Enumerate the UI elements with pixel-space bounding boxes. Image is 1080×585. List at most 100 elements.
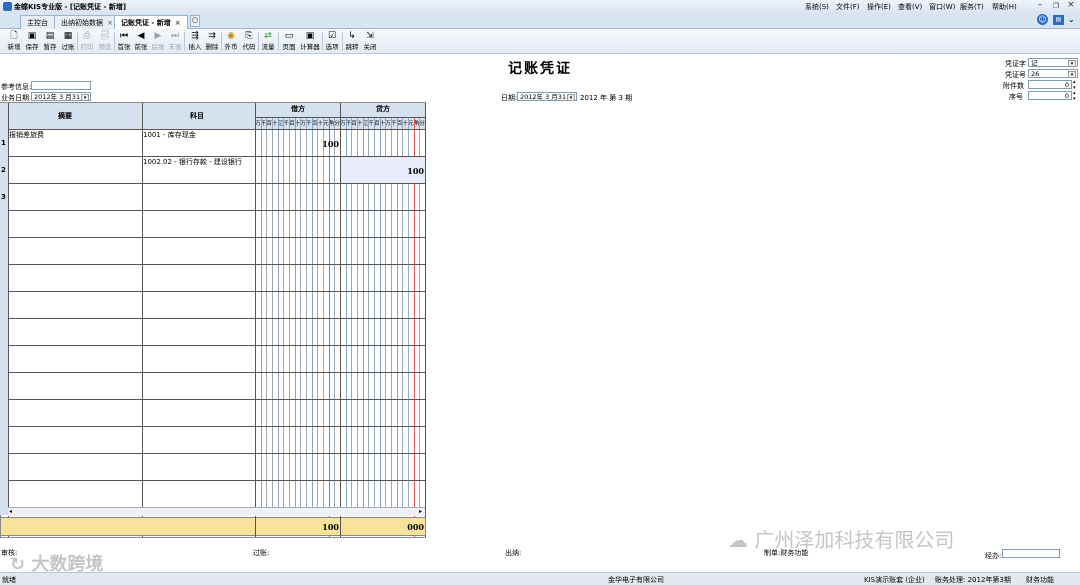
digit-column-line (317, 118, 318, 507)
voucher-word-select[interactable]: 记 ▾ (1028, 58, 1078, 67)
jump-button[interactable]: ↳ 跳转 (343, 31, 361, 53)
new-tab-icon[interactable]: ○ (190, 15, 200, 27)
tab-close-icon[interactable]: × (175, 19, 181, 27)
next-icon: ▶ (154, 31, 162, 41)
toolbar-separator (278, 32, 279, 51)
grid-line (8, 183, 425, 184)
toolbar-label: 后张 (151, 43, 165, 51)
toolbar-label: 过账 (61, 43, 75, 51)
voucher-number-input[interactable]: 26 ▾ (1028, 69, 1078, 78)
grid-line (8, 210, 425, 211)
close-icon[interactable]: × (1064, 0, 1078, 10)
tab-label: 出纳初始数据 (61, 19, 103, 27)
menu-service[interactable]: 服务(T) (960, 2, 984, 12)
tab-console[interactable]: 主控台 (20, 15, 55, 29)
menu-window[interactable]: 窗口(W) (929, 2, 955, 12)
digit-column-line (283, 118, 284, 507)
tab-label: 主控台 (27, 19, 48, 27)
post-label: 过账: (253, 549, 270, 557)
new-button[interactable]: 🗋 新增 (5, 31, 23, 53)
status-period: 账务处理: 2012年第3期 (935, 576, 1011, 584)
scroll-left-icon[interactable]: ◂ (9, 508, 12, 515)
delete-button[interactable]: ⇉ 删除 (203, 31, 221, 53)
code-button[interactable]: ⎘ 代码 (240, 31, 258, 53)
post-button[interactable]: ▦ 过账 (59, 31, 77, 53)
status-ready: 就绪 (2, 576, 16, 584)
minimize-icon[interactable]: – (1033, 0, 1047, 10)
first-icon: ⏮ (119, 31, 129, 41)
smiley-icon[interactable]: ☺ (1037, 14, 1048, 25)
preview-icon: 🗐 (100, 31, 110, 41)
scroll-right-icon[interactable]: ▸ (419, 508, 422, 515)
handler-label: 经办: (985, 552, 1002, 560)
toolbar-label: 预览 (98, 43, 112, 51)
save-button[interactable]: ▣ 保存 (23, 31, 41, 53)
insert-button[interactable]: ⇶ 插入 (186, 31, 204, 53)
digit-column-line (272, 118, 273, 507)
chevron-down-icon[interactable]: ▾ (1068, 60, 1076, 67)
tab-voucher-new[interactable]: 记账凭证 - 新增 × (114, 15, 188, 30)
tab-label: 记账凭证 - 新增 (121, 19, 171, 27)
grid-line (8, 129, 425, 130)
first-button[interactable]: ⏮ 首张 (115, 31, 133, 53)
options-button[interactable]: ☑ 选项 (323, 31, 341, 53)
credit-amount[interactable]: 100 (384, 166, 424, 176)
date-value: 2012年 3 月31日 (520, 93, 573, 101)
menu-operate[interactable]: 操作(E) (867, 2, 891, 12)
toolbar-label: 删除 (205, 43, 219, 51)
grid-line (8, 264, 425, 265)
attachments-label: 附件数 (1003, 82, 1024, 90)
print-button[interactable]: ⎙ 打印 (78, 31, 96, 53)
summary-cell[interactable]: 报销差旅费 (9, 130, 44, 140)
grid-line (8, 372, 425, 373)
preview-button[interactable]: 🗐 预览 (96, 31, 114, 53)
menu-view[interactable]: 查看(V) (898, 2, 922, 12)
last-icon: ⏭ (170, 31, 180, 41)
last-button[interactable]: ⏭ 末张 (166, 31, 184, 53)
menu-help[interactable]: 帮助(H) (992, 2, 1017, 12)
horizontal-scrollbar[interactable] (8, 507, 425, 516)
flow-button[interactable]: ⇄ 流量 (259, 31, 277, 53)
prev-button[interactable]: ◀ 前张 (132, 31, 150, 53)
cashier-label: 出纳: (505, 549, 522, 557)
calculator-icon: ▣ (305, 31, 315, 41)
chevron-down-icon[interactable]: ▾ (1068, 71, 1076, 78)
digit-column-line (306, 118, 307, 507)
menu-file[interactable]: 文件(F) (836, 2, 860, 12)
tab-close-icon[interactable]: × (107, 19, 113, 27)
sequence-input[interactable]: 0 (1028, 91, 1072, 100)
biz-date-input[interactable]: 2012年 3 月31日 ▾ (31, 92, 91, 101)
toolbar-label: 打印 (80, 43, 94, 51)
date-input[interactable]: 2012年 3 月31日 ▾ (517, 92, 577, 101)
message-icon[interactable]: ▤ (1053, 15, 1064, 25)
chevron-down-icon[interactable]: ▾ (567, 94, 575, 101)
calculator-button[interactable]: ▣ 计算器 (299, 31, 321, 53)
account-cell[interactable]: 1002.02 - 银行存款 - 建设银行 (143, 157, 242, 167)
digit-column-line (278, 118, 279, 507)
toolbar-label: 新增 (7, 43, 21, 51)
voucher-title: 记账凭证 (508, 61, 572, 77)
spinner-icon[interactable]: ▴ ▾ (1073, 90, 1076, 102)
status-bar: 就绪 金华电子有限公司 KIS演示账套 (企业) 账务处理: 2012年第3期 … (0, 572, 1080, 585)
debit-amount[interactable]: 100 (299, 139, 339, 149)
debit-header: 借方 (291, 105, 305, 113)
grid-line (425, 103, 426, 537)
next-button[interactable]: ▶ 后张 (149, 31, 167, 53)
handler-input[interactable] (1002, 549, 1060, 558)
account-cell[interactable]: 1001 - 库存现金 (143, 130, 196, 140)
chevron-down-icon[interactable]: ⌄ (1068, 15, 1075, 24)
currency-button[interactable]: ◉ 外币 (222, 31, 240, 53)
close-button[interactable]: ⇲ 关闭 (361, 31, 379, 53)
grid-line (255, 517, 256, 536)
restore-icon[interactable]: ❐ (1049, 2, 1063, 10)
page-button[interactable]: ▭ 页面 (280, 31, 298, 53)
temp-save-button[interactable]: ▤ 暂存 (41, 31, 59, 53)
digit-column-line (295, 118, 296, 507)
chevron-down-icon[interactable]: ▾ (81, 94, 89, 101)
wechat-icon: ☁ (728, 528, 755, 552)
attachments-input[interactable]: 0 (1028, 80, 1072, 89)
tab-cashier-init[interactable]: 出纳初始数据 × (54, 15, 120, 29)
reference-input[interactable] (31, 81, 91, 90)
menu-system[interactable]: 系统(S) (805, 2, 829, 12)
toolbar-label: 关闭 (363, 43, 377, 51)
